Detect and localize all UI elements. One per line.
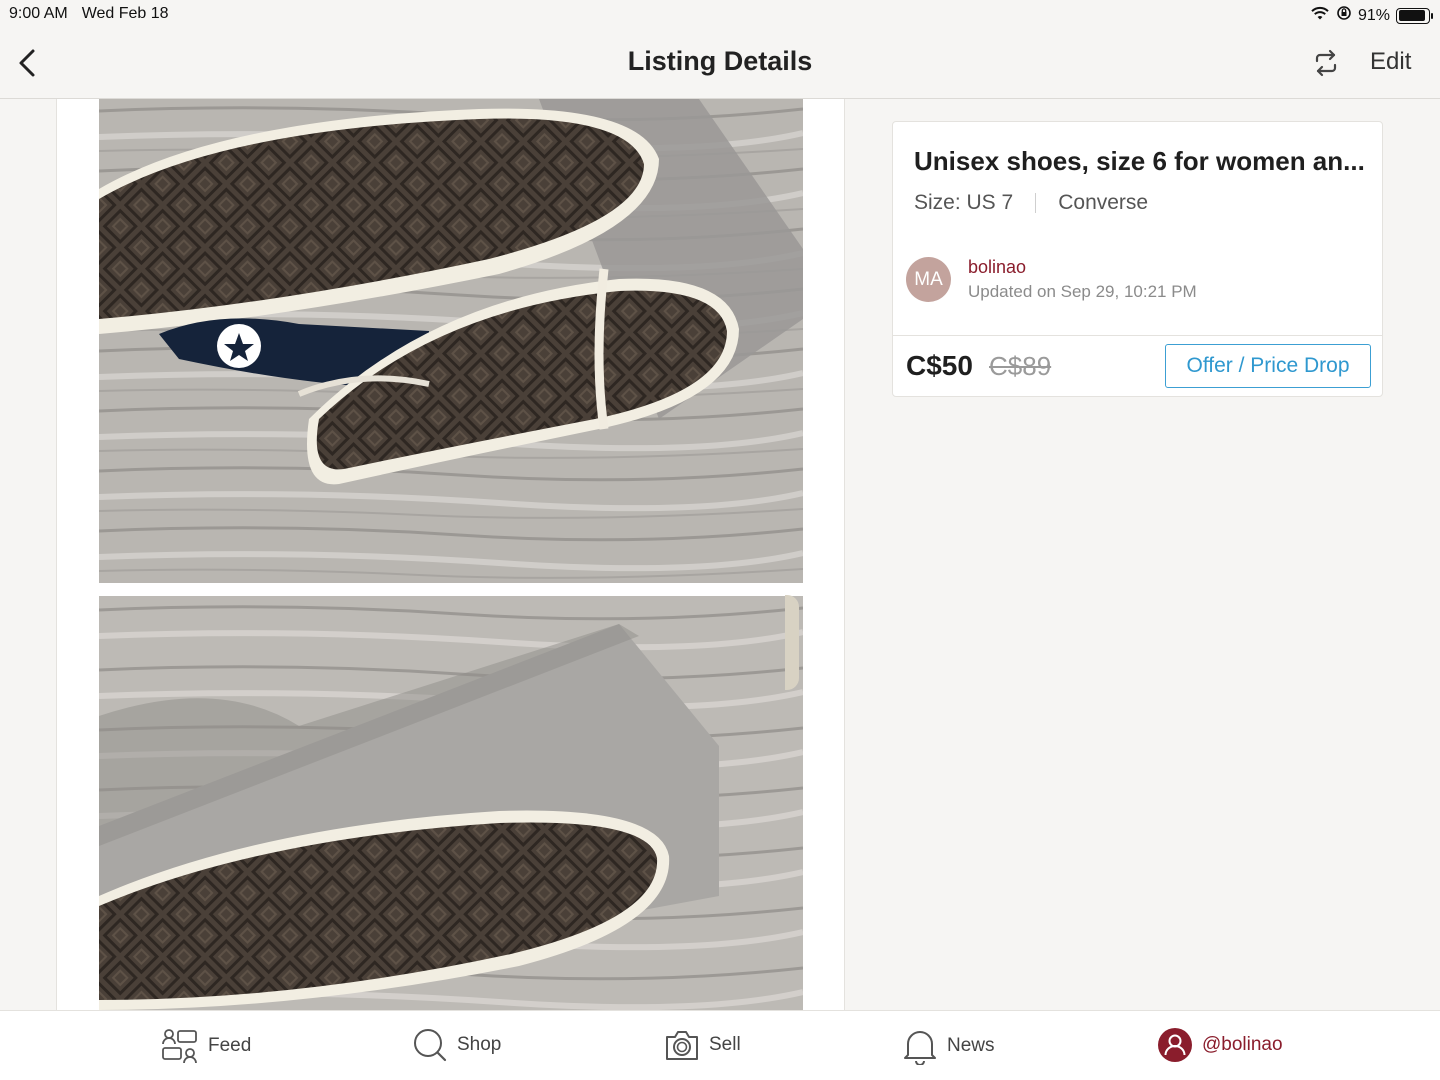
status-date: Wed Feb 18 [81,5,169,22]
listing-size: Size: US 7 [914,191,1014,214]
listing-card: Unisex shoes, size 6 for women an... Siz… [892,121,1383,397]
listing-photo-1[interactable] [99,99,803,583]
tab-shop-label: Shop [457,1034,502,1055]
bell-icon [904,1031,936,1065]
battery-level [1398,10,1425,21]
nav-bar: Listing Details Edit [0,28,1440,99]
page-title: Listing Details [627,46,813,76]
refresh-button[interactable] [1309,46,1343,80]
tab-shop[interactable]: Shop [412,1027,501,1063]
battery-icon [1396,7,1433,24]
camera-icon [666,1031,698,1060]
tab-feed[interactable]: Feed [161,1027,251,1065]
listing-brand[interactable]: Converse [1058,191,1148,215]
listing-title: Unisex shoes, size 6 for women an... [914,146,1365,176]
tab-profile[interactable]: @bolinao [1157,1027,1283,1063]
listing-price: C$50 [906,350,973,381]
card-divider [893,335,1382,336]
battery-percent: 91% [1357,6,1390,24]
orientation-lock-icon [1336,5,1352,26]
original-price: C$89 [989,351,1052,381]
next-photo-peek [785,595,799,690]
tab-news-label: News [947,1035,995,1056]
tab-bar: Feed Shop Sell News @bolinao [0,1010,1440,1080]
search-icon [414,1029,447,1062]
tab-news[interactable]: News [902,1027,995,1065]
offer-price-drop-button[interactable]: Offer / Price Drop [1165,344,1371,388]
updated-timestamp: Updated on Sep 29, 10:21 PM [968,282,1197,301]
feed-icon [162,1029,197,1064]
edit-button[interactable]: Edit [1370,48,1411,76]
listing-meta: Size: US 7 Converse [914,191,1148,215]
meta-divider [1035,193,1037,213]
tab-sell-label: Sell [709,1034,741,1055]
status-bar: 9:00 AM Wed Feb 18 91% [0,0,1440,28]
photo-gallery[interactable] [56,99,845,1010]
status-time: 9:00 AM [9,5,68,22]
refresh-icon [1315,49,1337,77]
tab-profile-label: @bolinao [1202,1034,1283,1055]
seller-username[interactable]: bolinao [968,257,1026,278]
wifi-icon [1310,5,1330,26]
tab-sell[interactable]: Sell [664,1027,741,1063]
avatar[interactable]: MA [906,257,951,302]
listing-photo-2[interactable] [99,596,803,1010]
tab-feed-label: Feed [208,1035,252,1056]
profile-icon [1158,1028,1192,1062]
